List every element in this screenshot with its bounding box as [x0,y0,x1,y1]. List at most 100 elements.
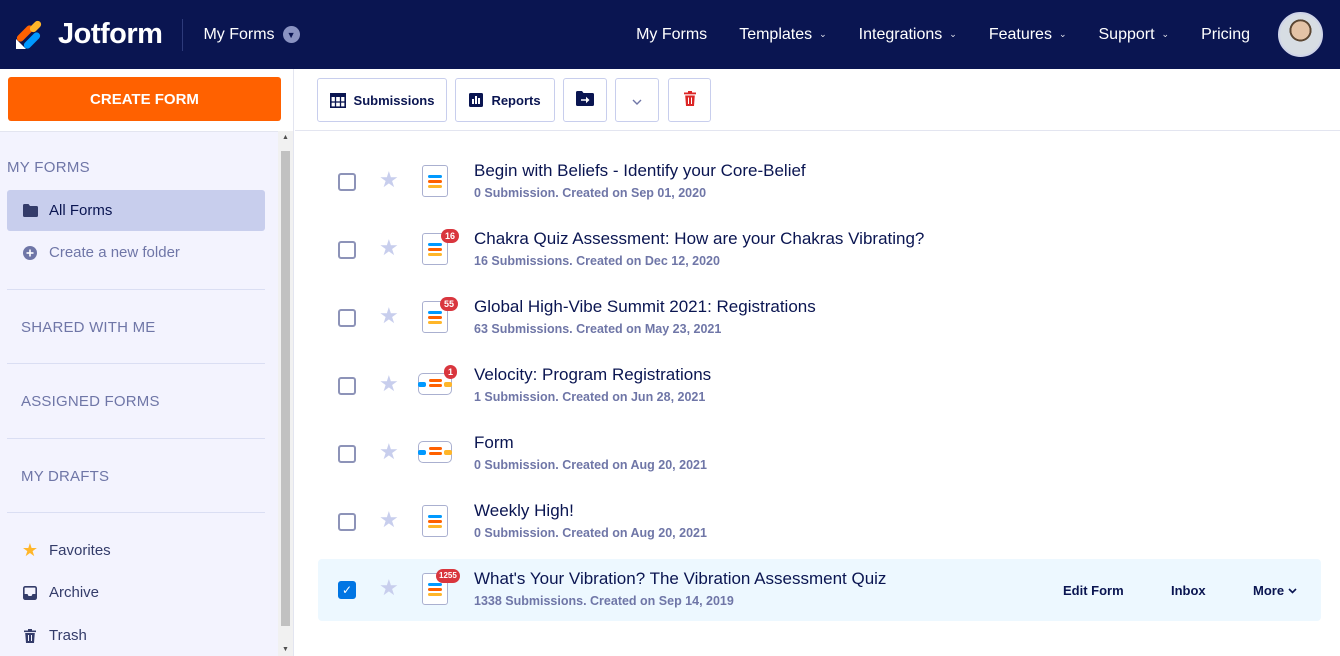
star-icon[interactable]: ★ [379,371,399,397]
sidebar-scrollbar[interactable]: ▲ ▼ [278,131,293,656]
star-icon[interactable]: ★ [379,439,399,465]
nav-label: My Forms [636,25,708,43]
form-row[interactable]: ★ Begin with Beliefs - Identify your Cor… [318,151,1321,213]
form-row[interactable]: ★ Form 0 Submission. Created on Aug 20, … [318,423,1321,485]
nav-pricing[interactable]: Pricing [1201,26,1250,44]
form-row[interactable]: ★ Weekly High! 0 Submission. Created on … [318,491,1321,553]
sidebar-item-label: Create a new folder [49,244,180,261]
unread-badge: 16 [441,229,460,243]
form-row[interactable]: ★ 1 Velocity: Program Registrations 1 Su… [318,355,1321,417]
main-nav: My Forms Templates ⌄ Integrations ⌄ Featur… [604,0,1250,69]
form-title[interactable]: Begin with Beliefs - Identify your Core-… [474,161,806,181]
my-forms-section-title: MY FORMS [7,159,90,176]
star-icon[interactable]: ★ [379,303,399,329]
nav-integrations[interactable]: Integrations ⌄ [859,26,957,44]
nav-my-forms[interactable]: My Forms [636,26,707,44]
nav-label: Templates [739,25,813,43]
jotform-logo-icon [14,19,46,51]
row-checkbox[interactable] [338,309,356,327]
more-button[interactable]: More [1253,583,1297,598]
form-title[interactable]: Form [474,433,514,453]
form-title[interactable]: Velocity: Program Registrations [474,365,711,385]
chevron-down-icon: ▼ [282,26,300,43]
reports-button-label: Reports [491,92,541,108]
plus-circle-icon [21,245,39,260]
divider [7,289,265,290]
sidebar-item-all-forms[interactable]: All Forms [7,190,265,231]
submissions-button[interactable]: Submissions [317,78,447,122]
toolbar: Submissions Reports [295,69,1340,131]
sidebar-item-trash[interactable]: Trash [7,615,265,656]
row-checkbox[interactable] [338,173,356,191]
form-meta: 0 Submission. Created on Aug 20, 2021 [474,526,707,540]
unread-badge: 1255 [436,569,460,583]
form-row[interactable]: ★ 16 Chakra Quiz Assessment: How are you… [318,219,1321,281]
nav-templates[interactable]: Templates ⌄ [739,26,826,44]
top-navigation-bar: Jotform My Forms ▼ My Forms Templates ⌄ I… [0,0,1340,69]
bar-chart-icon [469,93,484,107]
form-row[interactable]: ★ 55 Global High-Vibe Summit 2021: Regis… [318,287,1321,349]
shared-with-me-link[interactable]: SHARED WITH ME [21,319,155,336]
create-form-button[interactable]: CREATE FORM [8,77,281,121]
chevron-down-icon: ⌄ [1161,29,1170,39]
star-icon[interactable]: ★ [379,167,399,193]
sidebar-item-label: Trash [49,627,87,644]
assigned-forms-link[interactable]: ASSIGNED FORMS [21,393,160,410]
star-icon[interactable]: ★ [379,575,399,601]
submissions-button-label: Submissions [353,92,435,108]
move-to-folder-button[interactable] [563,78,607,122]
edit-form-button[interactable]: Edit Form [1063,583,1124,598]
archive-icon [21,585,39,600]
scrollbar-thumb[interactable] [281,151,290,626]
classic-form-icon [422,165,448,197]
divider [7,512,265,513]
scroll-up-arrow-icon[interactable]: ▲ [282,134,289,141]
brand[interactable]: Jotform [14,0,163,69]
inbox-button[interactable]: Inbox [1171,583,1206,598]
table-icon [329,92,346,108]
row-checkbox[interactable] [338,241,356,259]
form-title[interactable]: Chakra Quiz Assessment: How are your Cha… [474,229,924,249]
form-meta: 1 Submission. Created on Jun 28, 2021 [474,390,706,404]
trash-icon [683,91,696,109]
reports-button[interactable]: Reports [455,78,555,122]
brand-name: Jotform [58,18,163,50]
form-meta: 1338 Submissions. Created on Sep 14, 201… [474,594,734,608]
row-checkbox[interactable] [338,445,356,463]
nav-features[interactable]: Features ⌄ [989,26,1067,44]
row-checkbox[interactable] [338,377,356,395]
sidebar: CREATE FORM MY FORMS All Forms Create a … [0,69,294,656]
row-checkbox-checked[interactable]: ✓ [338,581,356,599]
my-drafts-link[interactable]: MY DRAFTS [21,468,109,485]
form-meta: 16 Submissions. Created on Dec 12, 2020 [474,254,720,268]
chevron-down-icon [632,93,642,108]
folder-move-icon [576,91,594,109]
my-forms-dropdown[interactable]: My Forms ▼ [203,25,300,44]
nav-label: Support [1098,25,1155,43]
form-row-selected[interactable]: ✓ ★ 1255 What's Your Vibration? The Vibr… [318,559,1321,621]
row-checkbox[interactable] [338,513,356,531]
chevron-down-icon: ⌄ [819,29,827,39]
my-forms-dropdown-label: My Forms [203,25,275,43]
more-options-dropdown-button[interactable] [615,78,659,122]
scroll-down-arrow-icon[interactable]: ▼ [282,646,289,653]
form-title[interactable]: Global High-Vibe Summit 2021: Registrati… [474,297,816,317]
nav-support[interactable]: Support ⌄ [1099,26,1170,44]
star-icon[interactable]: ★ [379,235,399,261]
form-meta: 63 Submissions. Created on May 23, 2021 [474,322,722,336]
chevron-down-icon: ⌄ [1058,29,1067,39]
form-title[interactable]: What's Your Vibration? The Vibration Ass… [474,569,886,589]
form-meta: 0 Submission. Created on Sep 01, 2020 [474,186,707,200]
create-folder-link[interactable]: Create a new folder [7,232,265,273]
sidebar-item-favorites[interactable]: ★ Favorites [7,530,265,571]
star-icon[interactable]: ★ [379,507,399,533]
sidebar-item-label: Archive [49,584,100,601]
user-avatar[interactable] [1278,12,1323,57]
form-title[interactable]: Weekly High! [474,501,574,521]
card-form-icon [418,441,452,463]
brand-divider [182,18,184,51]
nav-label: Pricing [1201,25,1250,43]
sidebar-item-archive[interactable]: Archive [7,572,265,613]
form-meta: 0 Submission. Created on Aug 20, 2021 [474,458,707,472]
delete-button[interactable] [668,78,711,122]
